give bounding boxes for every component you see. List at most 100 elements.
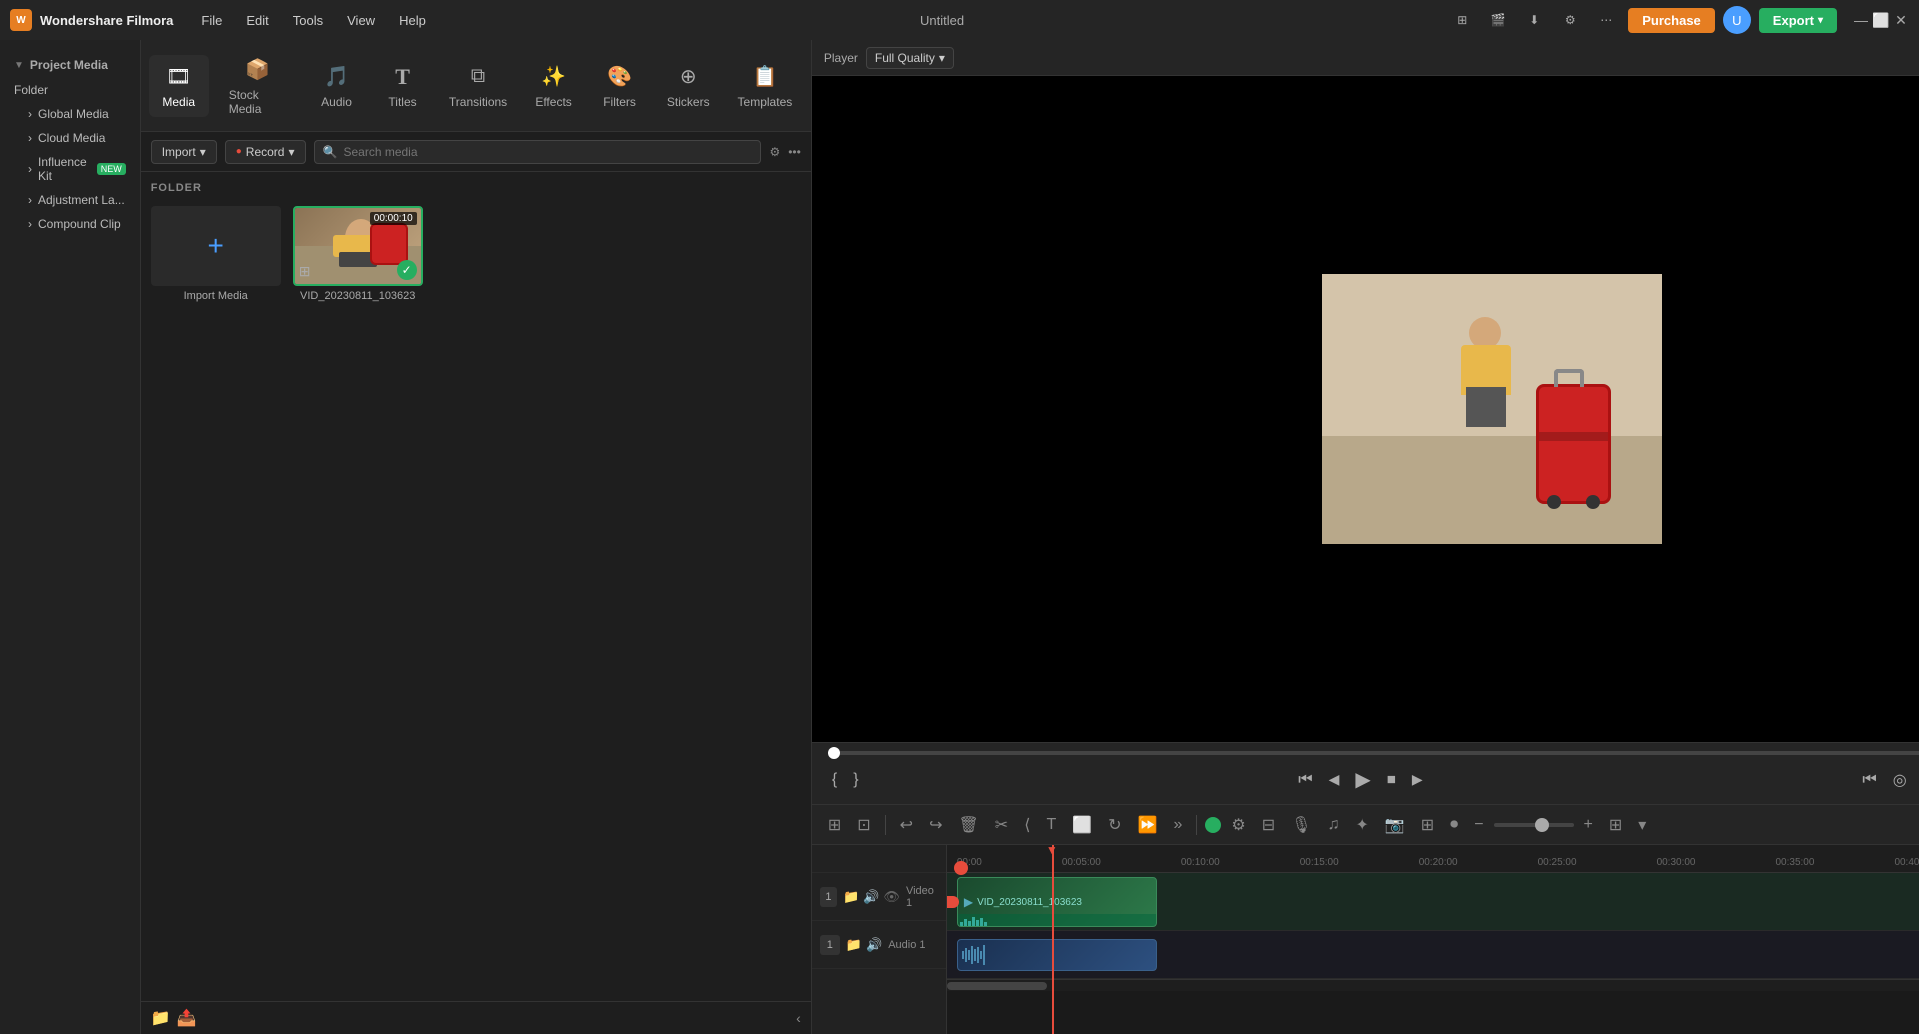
project-media-title[interactable]: ▼ Project Media	[0, 52, 140, 78]
audio-waveform	[958, 940, 1156, 970]
video-thumb[interactable]: 00:00:10 ⊞ ✓	[293, 206, 423, 286]
crop-button[interactable]: ⬜	[1066, 811, 1098, 839]
quality-select[interactable]: Full Quality ▾	[866, 47, 954, 69]
community-icon[interactable]: ⚙	[1556, 6, 1584, 34]
export-button[interactable]: Export ▾	[1759, 8, 1837, 33]
trim-button[interactable]: ⟨	[1018, 811, 1036, 839]
go-mark-in-icon[interactable]: ⏮	[1858, 767, 1880, 793]
sidebar-item-adjustment-layer[interactable]: › Adjustment La...	[0, 188, 140, 212]
collapse-panel-icon[interactable]: ‹	[796, 1010, 801, 1026]
record-button[interactable]: ● Record ▾	[225, 140, 306, 164]
frame-back-button[interactable]: ◀	[1325, 767, 1344, 792]
video-track-add-icon[interactable]: 📁	[843, 889, 859, 905]
more-options-icon[interactable]: •••	[788, 145, 801, 159]
grid-view-icon[interactable]: ⊞	[1603, 811, 1628, 839]
tab-audio[interactable]: 🎵 Audio	[307, 55, 367, 117]
text-button[interactable]: T	[1040, 812, 1062, 838]
layout-icon[interactable]: ⊞	[1448, 6, 1476, 34]
stop-button[interactable]: ⏹	[1383, 765, 1400, 794]
import-media-item[interactable]: + Import Media	[151, 206, 281, 302]
progress-thumb[interactable]	[828, 747, 840, 759]
sidebar-item-folder[interactable]: Folder	[0, 78, 140, 102]
menu-file[interactable]: File	[191, 9, 232, 32]
ai-icon[interactable]: ✦	[1349, 811, 1374, 839]
add-track-icon[interactable]: ⊞	[822, 811, 847, 839]
filter-icon[interactable]: ⚙	[769, 145, 780, 159]
audio-track-add-icon[interactable]: 📁	[846, 937, 862, 953]
minimize-button[interactable]: —	[1853, 12, 1869, 28]
search-input[interactable]	[343, 145, 752, 159]
tab-titles[interactable]: T Titles	[373, 55, 433, 117]
close-button[interactable]: ✕	[1893, 12, 1909, 28]
folder-export-icon[interactable]: 📤	[177, 1008, 197, 1028]
menu-tools[interactable]: Tools	[283, 9, 333, 32]
menu-view[interactable]: View	[337, 9, 385, 32]
record-dot[interactable]	[1205, 817, 1221, 833]
mic-icon[interactable]: 🎙	[1285, 811, 1317, 839]
transitions-tab-icon: ⧉	[464, 63, 492, 91]
video-media-item[interactable]: 00:00:10 ⊞ ✓ VID_20230811_103623	[293, 206, 423, 302]
scene-background	[1322, 274, 1662, 544]
maximize-button[interactable]: ⬜	[1873, 12, 1889, 28]
progress-bar[interactable]	[828, 751, 1919, 755]
import-button[interactable]: Import ▾	[151, 140, 217, 164]
split-icon[interactable]: ⊟	[1256, 811, 1281, 839]
tl-more-icon[interactable]: ▾	[1632, 811, 1652, 839]
rotate-button[interactable]: ↻	[1102, 811, 1127, 839]
waveform	[958, 914, 1156, 926]
timeline-playhead[interactable]	[1052, 845, 1054, 1034]
delete-button[interactable]: 🗑	[952, 811, 984, 839]
tab-effects[interactable]: ✨ Effects	[524, 55, 584, 117]
capture-icon[interactable]: 🎬	[1484, 6, 1512, 34]
zoom-plus[interactable]: +	[1578, 812, 1599, 838]
cut-button[interactable]: ✂	[989, 811, 1014, 839]
more-tools-icon[interactable]: »	[1167, 812, 1188, 838]
folder-new-icon[interactable]: 📁	[151, 1008, 171, 1028]
tab-transitions[interactable]: ⧉ Transitions	[439, 55, 518, 117]
tab-templates[interactable]: 📋 Templates	[727, 55, 803, 117]
menu-help[interactable]: Help	[389, 9, 436, 32]
frame-fwd-button[interactable]: ▶	[1408, 767, 1427, 792]
plugins-icon[interactable]: ⋯	[1592, 6, 1620, 34]
settings-icon[interactable]: ⚙	[1225, 811, 1251, 839]
tab-media[interactable]: 🎞 Media	[149, 55, 209, 117]
titlebar: W Wondershare Filmora File Edit Tools Vi…	[0, 0, 1919, 40]
sidebar-item-influence-kit[interactable]: › Influence Kit NEW	[0, 150, 140, 188]
audio-track-number[interactable]: 1	[820, 935, 840, 955]
record2-icon[interactable]: ⏺	[1444, 812, 1464, 838]
undo-button[interactable]: ↩	[894, 811, 919, 839]
zoom-minus[interactable]: −	[1468, 812, 1489, 838]
video-track-lock-icon[interactable]: 👁	[883, 889, 900, 905]
add-mark-icon[interactable]: ◎	[1889, 766, 1911, 794]
import-thumb[interactable]: +	[151, 206, 281, 286]
sidebar-item-compound-clip[interactable]: › Compound Clip	[0, 212, 140, 236]
user-avatar[interactable]: U	[1723, 6, 1751, 34]
audio-clip[interactable]	[957, 939, 1157, 971]
menu-edit[interactable]: Edit	[236, 9, 278, 32]
play-button[interactable]: ▶	[1351, 763, 1374, 796]
video-track-number[interactable]: 1	[820, 887, 837, 907]
purchase-button[interactable]: Purchase	[1628, 8, 1715, 33]
sidebar-item-cloud-media[interactable]: › Cloud Media	[0, 126, 140, 150]
tab-filters[interactable]: 🎨 Filters	[590, 55, 650, 117]
video-clip[interactable]: ▶ VID_20230811_103623	[957, 877, 1157, 927]
tab-stock-media[interactable]: 📦 Stock Media	[215, 48, 301, 124]
speed-button[interactable]: ⏩	[1132, 811, 1164, 839]
mark-in-icon[interactable]: {	[828, 767, 841, 793]
audio-track-mute-icon[interactable]: 🔊	[866, 937, 882, 953]
sidebar-item-global-media[interactable]: › Global Media	[0, 102, 140, 126]
pip-icon[interactable]: ⊞	[1415, 811, 1440, 839]
camera-icon[interactable]: 📷	[1379, 811, 1411, 839]
music-icon[interactable]: ♫	[1321, 812, 1345, 838]
download-icon[interactable]: ⬇	[1520, 6, 1548, 34]
tab-stickers[interactable]: ⊕ Stickers	[656, 55, 721, 117]
zoom-track[interactable]	[1494, 823, 1574, 827]
video-track-mute-icon[interactable]: 🔊	[863, 889, 879, 905]
skip-back-button[interactable]: ⏮	[1294, 767, 1316, 793]
scroll-thumb[interactable]	[947, 982, 1047, 990]
redo-button[interactable]: ↪	[923, 811, 948, 839]
mark-out-icon[interactable]: }	[849, 767, 862, 793]
playhead-dot	[954, 861, 968, 875]
zoom-thumb[interactable]	[1535, 818, 1549, 832]
link-clips-icon[interactable]: ⊡	[851, 811, 876, 839]
